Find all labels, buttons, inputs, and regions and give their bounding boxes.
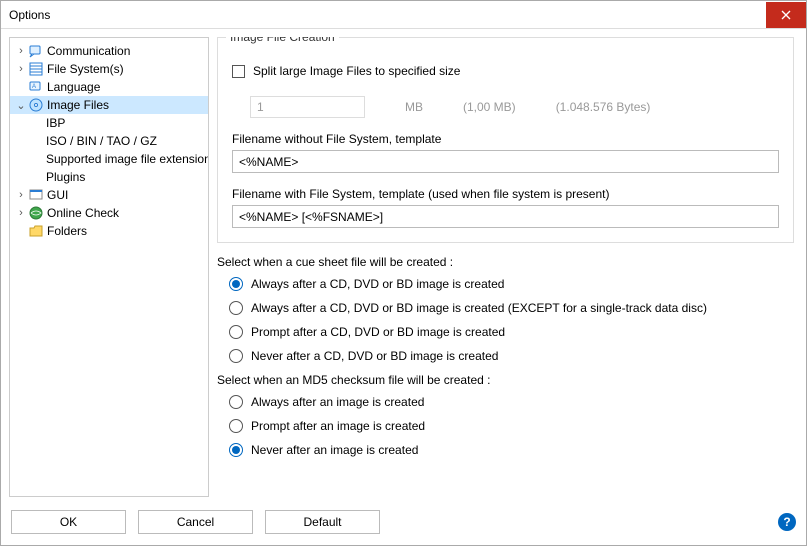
- tree-item-ibp[interactable]: ›IBP: [10, 114, 209, 132]
- tree-item-label: IBP: [46, 116, 65, 130]
- tree-item-label: Communication: [47, 44, 130, 58]
- md5-option-label: Prompt after an image is created: [251, 419, 425, 433]
- md5-radio[interactable]: [229, 419, 243, 433]
- help-button[interactable]: ?: [778, 513, 796, 531]
- default-button[interactable]: Default: [265, 510, 380, 534]
- tree-item-language[interactable]: ›ALanguage: [10, 78, 209, 96]
- cue-radio[interactable]: [229, 301, 243, 315]
- tree-item-iso-bin-tao-gz[interactable]: ›ISO / BIN / TAO / GZ: [10, 132, 209, 150]
- tree-item-label: Folders: [47, 224, 87, 238]
- fn-with-fs-input[interactable]: [232, 205, 779, 228]
- tree-item-supported-image-file-extension[interactable]: ›Supported image file extension: [10, 150, 209, 168]
- cue-option-label: Always after a CD, DVD or BD image is cr…: [251, 277, 504, 291]
- fs-icon: [28, 61, 44, 77]
- tree-item-file-system-s-[interactable]: › File System(s): [10, 60, 209, 78]
- split-bytes-hint: (1.048.576 Bytes): [556, 100, 651, 114]
- titlebar: Options: [1, 1, 806, 29]
- fn-with-fs-label: Filename with File System, template (use…: [232, 187, 779, 201]
- tree-item-label: ISO / BIN / TAO / GZ: [46, 134, 157, 148]
- tree-item-image-files[interactable]: ⌄ Image Files: [10, 96, 209, 114]
- svg-text:A: A: [32, 84, 36, 90]
- chevron-down-icon[interactable]: ⌄: [14, 99, 28, 112]
- img-icon: [28, 97, 44, 113]
- chevron-right-icon[interactable]: ›: [14, 63, 28, 75]
- comm-icon: [28, 43, 44, 59]
- md5-option-2[interactable]: Never after an image is created: [229, 443, 794, 457]
- options-page: Image File Creation Split large Image Fi…: [217, 37, 798, 497]
- tree-item-plugins[interactable]: ›Plugins: [10, 168, 209, 186]
- cue-option-label: Never after a CD, DVD or BD image is cre…: [251, 349, 498, 363]
- cue-radio[interactable]: [229, 349, 243, 363]
- md5-option-1[interactable]: Prompt after an image is created: [229, 419, 794, 433]
- tree-item-online-check[interactable]: › Online Check: [10, 204, 209, 222]
- tree-item-label: Image Files: [47, 98, 109, 112]
- gui-icon: [28, 187, 44, 203]
- help-icon: ?: [783, 515, 790, 529]
- md5-option-label: Never after an image is created: [251, 443, 418, 457]
- group-image-file-creation: Image File Creation Split large Image Fi…: [217, 37, 794, 243]
- close-icon: [781, 10, 791, 20]
- options-tree[interactable]: › Communication › File System(s) › A Language ⌄…: [9, 37, 209, 497]
- md5-heading: Select when an MD5 checksum file will be…: [217, 373, 794, 387]
- close-button[interactable]: [766, 2, 806, 28]
- split-unit-label: MB: [405, 100, 423, 114]
- tree-item-communication[interactable]: › Communication: [10, 42, 209, 60]
- tree-item-label: Online Check: [47, 206, 119, 220]
- cue-radio[interactable]: [229, 325, 243, 339]
- chevron-right-icon[interactable]: ›: [14, 45, 28, 57]
- button-bar: OK Cancel Default ?: [1, 505, 806, 545]
- split-size-input[interactable]: [250, 96, 365, 118]
- split-checkbox[interactable]: [232, 65, 245, 78]
- md5-option-0[interactable]: Always after an image is created: [229, 395, 794, 409]
- cue-heading: Select when a cue sheet file will be cre…: [217, 255, 794, 269]
- split-mb-hint: (1,00 MB): [463, 100, 516, 114]
- chevron-right-icon[interactable]: ›: [14, 189, 28, 201]
- cue-option-3[interactable]: Never after a CD, DVD or BD image is cre…: [229, 349, 794, 363]
- cue-option-label: Always after a CD, DVD or BD image is cr…: [251, 301, 707, 315]
- lang-icon: A: [28, 79, 44, 95]
- cue-option-0[interactable]: Always after a CD, DVD or BD image is cr…: [229, 277, 794, 291]
- cue-option-2[interactable]: Prompt after a CD, DVD or BD image is cr…: [229, 325, 794, 339]
- fn-no-fs-label: Filename without File System, template: [232, 132, 779, 146]
- fn-no-fs-input[interactable]: [232, 150, 779, 173]
- window-title: Options: [9, 8, 766, 22]
- md5-radio[interactable]: [229, 395, 243, 409]
- tree-item-label: Supported image file extension: [46, 152, 209, 166]
- split-checkbox-label: Split large Image Files to specified siz…: [253, 64, 460, 78]
- split-checkbox-row[interactable]: Split large Image Files to specified siz…: [232, 64, 779, 78]
- cancel-button[interactable]: Cancel: [138, 510, 253, 534]
- cue-radio[interactable]: [229, 277, 243, 291]
- chevron-right-icon[interactable]: ›: [14, 207, 28, 219]
- group-legend: Image File Creation: [226, 37, 339, 44]
- tree-item-label: File System(s): [47, 62, 124, 76]
- md5-option-label: Always after an image is created: [251, 395, 424, 409]
- cue-option-1[interactable]: Always after a CD, DVD or BD image is cr…: [229, 301, 794, 315]
- tree-item-folders[interactable]: ›Folders: [10, 222, 209, 240]
- online-icon: [28, 205, 44, 221]
- tree-item-label: GUI: [47, 188, 68, 202]
- md5-radio[interactable]: [229, 443, 243, 457]
- tree-item-label: Plugins: [46, 170, 85, 184]
- folder-icon: [28, 223, 44, 239]
- cue-option-label: Prompt after a CD, DVD or BD image is cr…: [251, 325, 505, 339]
- tree-item-gui[interactable]: › GUI: [10, 186, 209, 204]
- tree-item-label: Language: [47, 80, 100, 94]
- ok-button[interactable]: OK: [11, 510, 126, 534]
- split-params: MB (1,00 MB) (1.048.576 Bytes): [250, 96, 779, 118]
